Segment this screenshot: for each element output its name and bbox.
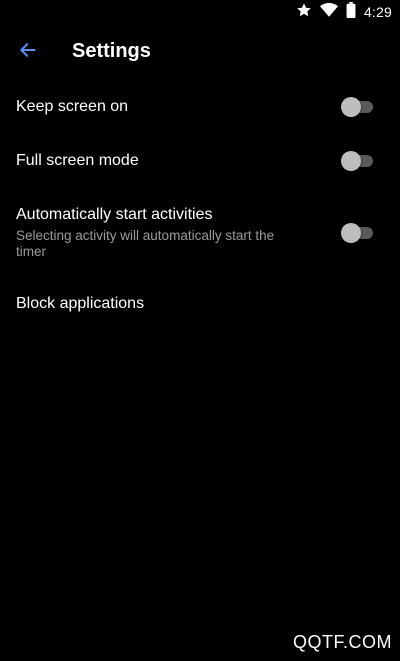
arrow-back-icon: [18, 40, 38, 65]
wifi-icon: [319, 2, 338, 23]
switch-thumb: [341, 97, 361, 117]
watermark: QQTF.COM: [293, 632, 392, 652]
keep-screen-on-switch[interactable]: [340, 97, 374, 117]
setting-block-applications[interactable]: Block applications: [0, 280, 400, 328]
status-time: 4:29: [363, 4, 392, 20]
setting-title: Automatically start activities: [16, 206, 213, 223]
full-screen-mode-switch[interactable]: [340, 151, 374, 171]
setting-auto-start-activities[interactable]: Automatically start activities Selecting…: [0, 194, 400, 270]
toolbar: Settings: [0, 24, 400, 80]
setting-title: Keep screen on: [16, 98, 129, 115]
switch-thumb: [341, 223, 361, 243]
setting-title: Full screen mode: [16, 152, 139, 169]
setting-full-screen-mode[interactable]: Full screen mode: [0, 138, 400, 186]
star-icon: [296, 2, 312, 23]
status-bar: 4:29: [0, 0, 400, 24]
auto-start-activities-switch[interactable]: [340, 223, 374, 243]
setting-keep-screen-on[interactable]: Keep screen on: [0, 84, 400, 132]
battery-icon: [346, 1, 356, 23]
setting-title: Block applications: [16, 295, 145, 312]
page-title: Settings: [72, 40, 151, 62]
setting-summary: Selecting activity will automatically st…: [16, 228, 275, 259]
status-icons: 4:29: [296, 1, 392, 23]
switch-thumb: [341, 151, 361, 171]
back-button[interactable]: [12, 36, 44, 68]
